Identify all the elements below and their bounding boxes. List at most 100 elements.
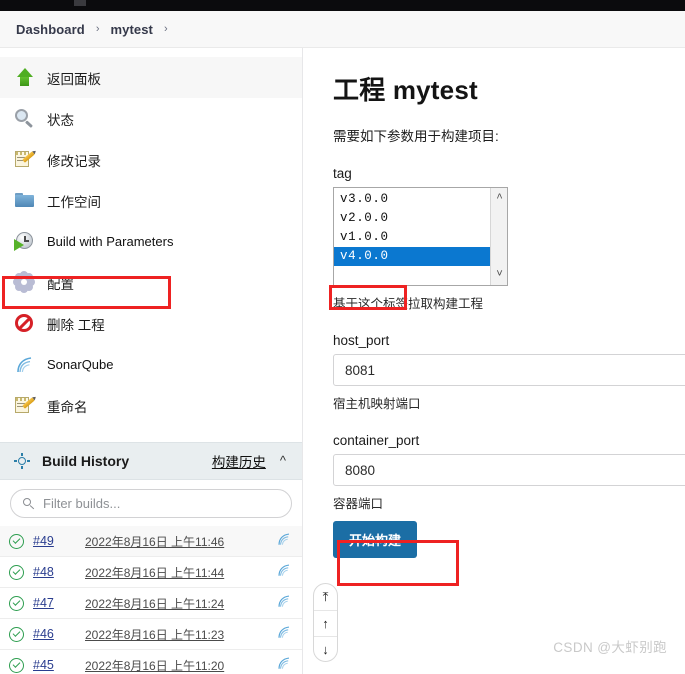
notepad-pencil-icon <box>14 395 35 416</box>
sidebar-item-label: 重命名 <box>47 396 88 416</box>
status-success-icon <box>9 658 24 673</box>
status-success-icon <box>9 596 24 611</box>
build-history-title: Build History <box>42 453 129 469</box>
parameters-intro-text: 需要如下参数用于构建项目: <box>333 125 685 145</box>
sidebar-nav: 返回面板 状态 修改记录 <box>0 57 302 426</box>
sidebar-item-rename[interactable]: 重命名 <box>0 385 302 426</box>
build-timestamp-link[interactable]: 2022年8月16日 上午11:24 <box>85 595 224 612</box>
tag-listbox-scrollbar[interactable]: ^ ˅ <box>490 188 507 285</box>
sidebar-item-label: 配置 <box>47 273 74 293</box>
table-row[interactable]: #49 2022年8月16日 上午11:46 <box>0 526 302 557</box>
build-timestamp-link[interactable]: 2022年8月16日 上午11:44 <box>85 564 224 581</box>
watermark: CSDN @大虾别跑 <box>553 636 667 656</box>
breadcrumb: Dashboard › mytest › <box>0 11 685 48</box>
tag-option[interactable]: v1.0.0 <box>334 228 507 247</box>
sidebar-item-build-with-parameters[interactable]: Build with Parameters <box>0 221 302 262</box>
sonarqube-icon[interactable] <box>276 593 292 614</box>
sidebar-item-sonarqube[interactable]: SonarQube <box>0 344 302 385</box>
search-icon <box>23 498 35 510</box>
status-success-icon <box>9 565 24 580</box>
jenkins-job-page: Dashboard › mytest › 返回面板 状态 <box>0 0 685 674</box>
host-port-field-help: 宿主机映射端口 <box>333 393 685 412</box>
table-row[interactable]: #47 2022年8月16日 上午11:24 <box>0 588 302 619</box>
status-success-icon <box>9 534 24 549</box>
container-port-input[interactable] <box>333 454 685 486</box>
sonarqube-icon[interactable] <box>276 624 292 645</box>
container-port-field-help: 容器端口 <box>333 493 685 512</box>
filter-builds-input[interactable] <box>43 496 279 511</box>
container-port-field-label: container_port <box>333 433 685 448</box>
sidebar-item-label: SonarQube <box>47 357 114 372</box>
build-history-list: #49 2022年8月16日 上午11:46 #48 2022年8月16日 上午… <box>0 526 302 674</box>
build-history-title-cn[interactable]: 构建历史 <box>212 451 266 471</box>
build-timestamp-link[interactable]: 2022年8月16日 上午11:23 <box>85 626 224 643</box>
scroll-helper-widget[interactable]: ⤒ ↑ ↓ <box>313 583 338 662</box>
start-build-button[interactable]: 开始构建 <box>333 521 417 558</box>
build-number-link[interactable]: #45 <box>33 658 79 672</box>
clock-play-icon <box>14 231 35 252</box>
tag-option-selected[interactable]: v4.0.0 <box>334 247 507 266</box>
build-number-link[interactable]: #48 <box>33 565 79 579</box>
gear-icon <box>14 272 35 293</box>
main-content: 工程 mytest 需要如下参数用于构建项目: tag v3.0.0 v2.0.… <box>304 48 685 674</box>
table-row[interactable]: #48 2022年8月16日 上午11:44 <box>0 557 302 588</box>
build-filter-wrap <box>0 480 302 526</box>
sidebar-item-label: 删除 工程 <box>47 314 105 334</box>
sidebar-item-status[interactable]: 状态 <box>0 98 302 139</box>
build-filter-box[interactable] <box>10 489 292 518</box>
page-body: 返回面板 状态 修改记录 <box>0 48 685 674</box>
sidebar-top-spacer <box>0 48 302 57</box>
sidebar-item-changes[interactable]: 修改记录 <box>0 139 302 180</box>
chevron-down-icon[interactable]: ˅ <box>491 266 508 283</box>
breadcrumb-separator-icon-2: › <box>164 24 168 35</box>
sidebar-item-label: 工作空间 <box>47 191 101 211</box>
host-port-input[interactable] <box>333 354 685 386</box>
build-timestamp-link[interactable]: 2022年8月16日 上午11:46 <box>85 533 224 550</box>
sonarqube-icon[interactable] <box>276 562 292 583</box>
host-port-field-label: host_port <box>333 333 685 348</box>
tag-option[interactable]: v3.0.0 <box>334 190 507 209</box>
tag-field-help: 基于这个标签拉取构建工程 <box>333 293 685 312</box>
breadcrumb-separator-icon: › <box>96 24 100 35</box>
build-timestamp-link[interactable]: 2022年8月16日 上午11:20 <box>85 657 224 674</box>
build-number-link[interactable]: #47 <box>33 596 79 610</box>
sidebar-item-workspace[interactable]: 工作空间 <box>0 180 302 221</box>
status-success-icon <box>9 627 24 642</box>
scroll-down-button[interactable]: ↓ <box>314 636 337 662</box>
table-row[interactable]: #46 2022年8月16日 上午11:23 <box>0 619 302 650</box>
breadcrumb-item-mytest[interactable]: mytest <box>110 22 153 37</box>
sidebar-item-label: Build with Parameters <box>47 234 173 249</box>
sidebar-item-label: 返回面板 <box>47 68 101 88</box>
chevron-up-icon[interactable]: ^ <box>491 190 508 207</box>
table-row[interactable]: #45 2022年8月16日 上午11:20 <box>0 650 302 674</box>
sonarqube-icon[interactable] <box>276 531 292 552</box>
sonarqube-icon[interactable] <box>276 655 292 674</box>
build-number-link[interactable]: #49 <box>33 534 79 548</box>
tag-listbox[interactable]: v3.0.0 v2.0.0 v1.0.0 v4.0.0 ^ ˅ <box>333 187 508 286</box>
build-history-header: Build History 构建历史 ^ <box>0 442 302 480</box>
sidebar-item-configure[interactable]: 配置 <box>0 262 302 303</box>
sonarqube-icon <box>14 354 35 375</box>
window-top-strip <box>0 0 685 11</box>
sidebar-item-label: 状态 <box>47 109 74 129</box>
build-history-icon <box>14 453 30 469</box>
notepad-pencil-icon <box>14 149 35 170</box>
sidebar-item-back-to-dashboard[interactable]: 返回面板 <box>0 57 302 98</box>
tag-option[interactable]: v2.0.0 <box>334 209 507 228</box>
green-up-arrow-icon <box>14 67 35 88</box>
sidebar-item-label: 修改记录 <box>47 150 101 170</box>
window-top-nub <box>74 0 86 6</box>
sidebar: 返回面板 状态 修改记录 <box>0 48 303 674</box>
scroll-to-top-button[interactable]: ⤒ <box>314 584 337 610</box>
breadcrumb-item-dashboard[interactable]: Dashboard <box>16 22 85 37</box>
build-number-link[interactable]: #46 <box>33 627 79 641</box>
chevron-up-icon[interactable]: ^ <box>280 453 286 468</box>
magnifier-icon <box>14 108 35 129</box>
page-title: 工程 mytest <box>333 70 685 107</box>
tag-field-label: tag <box>333 166 685 181</box>
scroll-up-button[interactable]: ↑ <box>314 610 337 636</box>
folder-icon <box>14 190 35 211</box>
tag-listbox-items: v3.0.0 v2.0.0 v1.0.0 v4.0.0 <box>334 188 507 266</box>
sidebar-item-delete-project[interactable]: 删除 工程 <box>0 303 302 344</box>
ban-icon <box>14 313 35 334</box>
